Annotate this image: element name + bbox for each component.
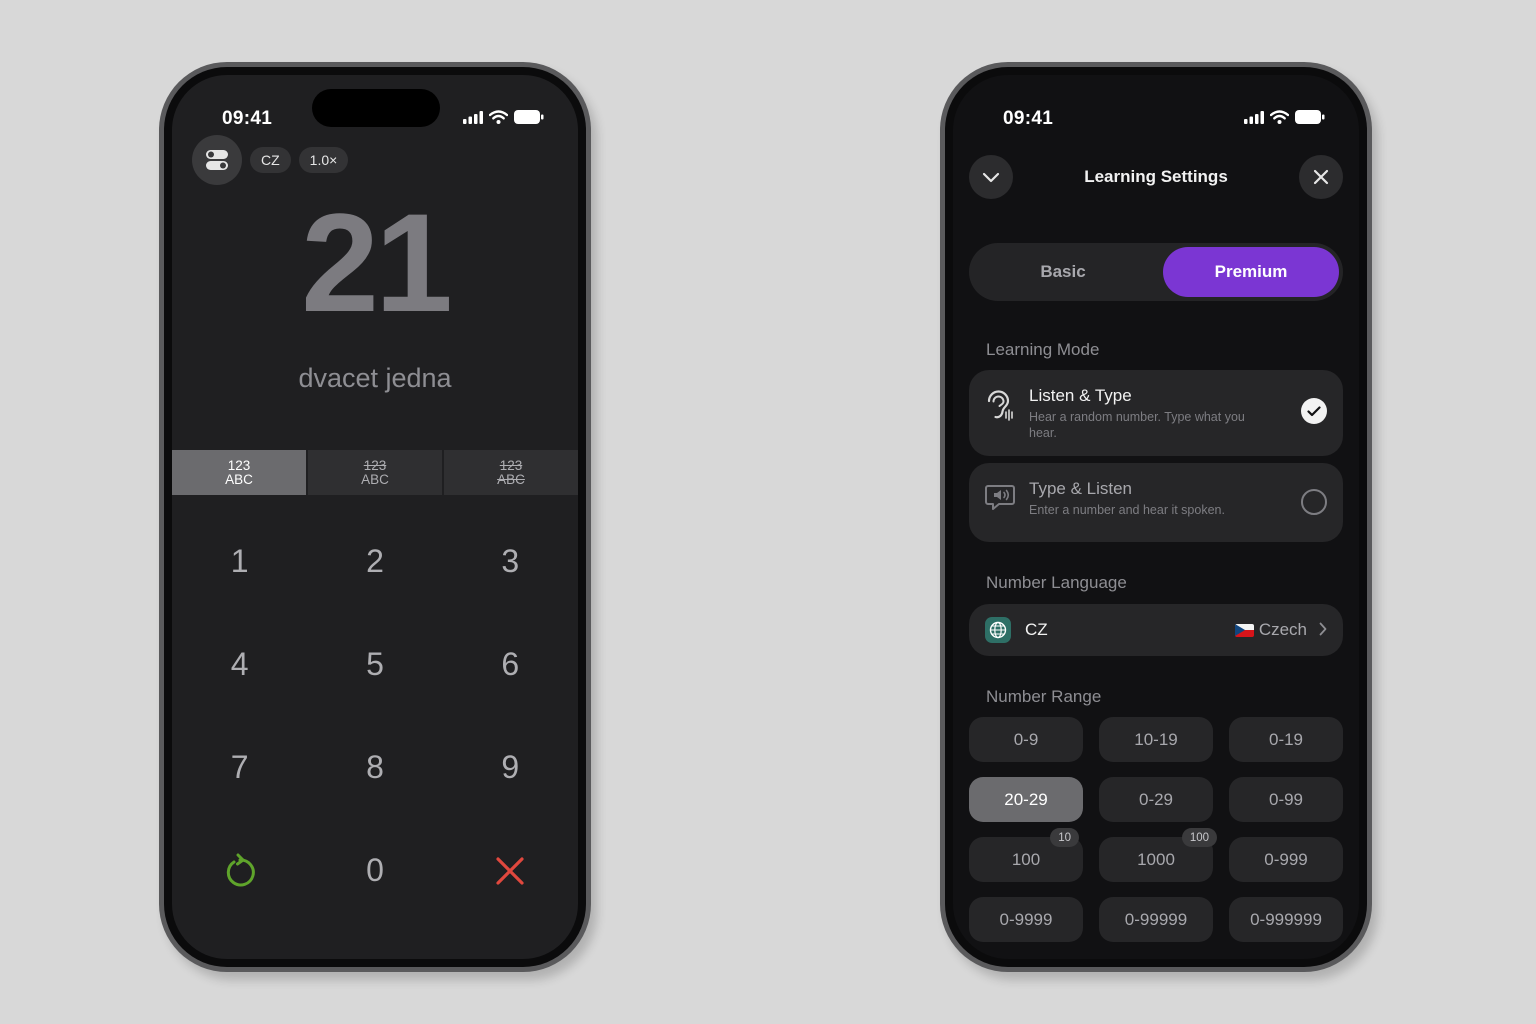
key-0[interactable]: 0 xyxy=(307,819,442,922)
ear-icon xyxy=(987,390,1013,421)
mode-option-type-listen[interactable]: Type & Listen Enter a number and hear it… xyxy=(969,463,1343,542)
battery-icon xyxy=(1295,110,1325,124)
mode-description: Hear a random number. Type what you hear… xyxy=(1029,410,1245,440)
battery-icon xyxy=(514,110,544,124)
range-option-step[interactable]: 1000 100 xyxy=(1099,828,1217,882)
display-mode-words: ABC xyxy=(497,471,525,487)
number-range-grid: 0-9 10-19 0-19 20-29 0-29 0-99 100 10 10… xyxy=(969,717,1343,942)
display-mode-words: ABC xyxy=(225,471,253,487)
key-5[interactable]: 5 xyxy=(307,613,442,716)
key-7[interactable]: 7 xyxy=(172,716,307,819)
range-option-label: 1000 xyxy=(1137,849,1175,869)
status-time: 09:41 xyxy=(1003,108,1054,129)
key-8[interactable]: 8 xyxy=(307,716,442,819)
speaker-bubble-icon xyxy=(985,485,1015,510)
step-badge: 10 xyxy=(1050,828,1079,847)
checkmark-icon xyxy=(1307,405,1321,416)
range-option-step[interactable]: 100 10 xyxy=(969,828,1083,882)
status-bar: 09:41 xyxy=(172,75,578,135)
toggles-icon xyxy=(206,150,228,170)
range-option[interactable]: 0-99 xyxy=(1229,777,1343,822)
clear-button[interactable] xyxy=(443,819,578,922)
czech-flag-icon xyxy=(1234,623,1254,637)
retry-icon xyxy=(226,853,255,886)
key-9[interactable]: 9 xyxy=(443,716,578,819)
display-mode-selector: 123 ABC 123 ABC 123 ABC xyxy=(172,450,578,495)
learning-mode-label: Learning Mode xyxy=(986,340,1100,359)
speed-chip[interactable]: 1.0× xyxy=(298,147,349,173)
settings-screen: 09:41 Learning Settings Basic Premium Le… xyxy=(953,75,1359,959)
signal-icon xyxy=(1244,110,1264,124)
wifi-icon xyxy=(1270,110,1289,124)
key-4[interactable]: 4 xyxy=(172,613,307,716)
tier-tabs: Basic Premium xyxy=(969,243,1343,301)
step-badge: 100 xyxy=(1181,828,1217,847)
language-chip[interactable]: CZ xyxy=(250,147,291,173)
status-bar: 09:41 xyxy=(953,75,1359,135)
settings-phone: 09:41 Learning Settings Basic Premium Le… xyxy=(940,62,1372,972)
top-controls: CZ 1.0× xyxy=(192,135,349,185)
display-mode-digits: 123 xyxy=(363,457,387,473)
chevron-right-icon xyxy=(1319,622,1327,636)
mode-title: Type & Listen xyxy=(1029,479,1133,498)
close-button[interactable] xyxy=(1299,155,1343,199)
signal-icon xyxy=(463,110,483,124)
key-6[interactable]: 6 xyxy=(443,613,578,716)
range-option[interactable]: 0-99999 xyxy=(1099,897,1213,942)
range-option-selected[interactable]: 20-29 xyxy=(969,777,1083,822)
mode-option-listen-type[interactable]: Listen & Type Hear a random number. Type… xyxy=(969,370,1343,456)
range-option[interactable]: 0-9 xyxy=(969,717,1083,762)
language-code: CZ xyxy=(1025,620,1048,639)
display-mode-audio-only[interactable]: 123 ABC xyxy=(444,450,578,495)
display-mode-words-only[interactable]: 123 ABC xyxy=(308,450,442,495)
keypad: 1 2 3 4 5 6 7 8 9 0 xyxy=(172,510,578,922)
display-mode-words: ABC xyxy=(361,471,389,487)
mode-radio-selected[interactable] xyxy=(1301,398,1327,424)
range-option[interactable]: 0-999 xyxy=(1229,837,1343,882)
language-name: Czech xyxy=(1258,620,1307,639)
display-mode-digits: 123 xyxy=(227,457,251,473)
number-range-label: Number Range xyxy=(986,687,1102,706)
practice-screen: 09:41 CZ 1.0× 21 dvacet jedna 123 ABC 12… xyxy=(172,75,578,959)
status-time: 09:41 xyxy=(222,108,273,129)
range-option-label: 100 xyxy=(1011,849,1041,869)
tab-basic[interactable]: Basic xyxy=(973,247,1153,297)
range-option[interactable]: 0-19 xyxy=(1229,717,1343,762)
mode-radio-unselected[interactable] xyxy=(1301,489,1327,515)
range-option[interactable]: 0-29 xyxy=(1099,777,1213,822)
mode-description: Enter a number and hear it spoken. xyxy=(1029,503,1225,517)
key-2[interactable]: 2 xyxy=(307,510,442,613)
retry-button[interactable] xyxy=(172,819,307,922)
dynamic-island xyxy=(312,89,440,127)
range-option[interactable]: 0-999999 xyxy=(1229,897,1343,942)
display-mode-digits: 123 xyxy=(499,457,523,473)
number-language-label: Number Language xyxy=(986,573,1127,592)
settings-header: Learning Settings xyxy=(953,155,1359,199)
clear-icon xyxy=(496,856,524,885)
mode-title: Listen & Type xyxy=(1029,386,1132,405)
display-mode-digits-and-words[interactable]: 123 ABC xyxy=(172,450,306,495)
current-number: 21 xyxy=(301,184,453,341)
practice-phone: 09:41 CZ 1.0× 21 dvacet jedna 123 ABC 12… xyxy=(159,62,591,972)
wifi-icon xyxy=(489,110,508,124)
number-words: dvacet jedna xyxy=(298,363,452,393)
tab-premium[interactable]: Premium xyxy=(1163,247,1339,297)
number-language-row[interactable]: CZ Czech xyxy=(969,604,1343,656)
settings-toggle-button[interactable] xyxy=(192,135,242,185)
language-name-group: Czech xyxy=(1234,620,1307,640)
range-option[interactable]: 0-9999 xyxy=(969,897,1083,942)
range-option[interactable]: 10-19 xyxy=(1099,717,1213,762)
close-icon xyxy=(1313,169,1329,185)
globe-icon xyxy=(985,617,1011,643)
key-3[interactable]: 3 xyxy=(443,510,578,613)
key-1[interactable]: 1 xyxy=(172,510,307,613)
